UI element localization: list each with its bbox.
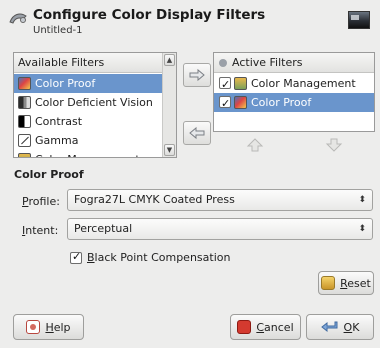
- help-button[interactable]: Help: [13, 314, 84, 340]
- black-point-compensation-label: Black Point Compensation: [87, 251, 230, 264]
- color-management-icon: [234, 77, 247, 90]
- cancel-label-mnemonic: C: [256, 320, 265, 334]
- available-filters-list[interactable]: Available Filters Color Proof Color Defic…: [13, 52, 177, 158]
- ok-button[interactable]: OK: [306, 314, 374, 340]
- intent-label: Intent:: [22, 224, 58, 237]
- intent-select[interactable]: Perceptual ⬍: [67, 218, 373, 240]
- available-filters-header: Available Filters: [14, 53, 176, 73]
- move-up-icon[interactable]: [246, 138, 264, 152]
- contrast-icon: [18, 115, 31, 128]
- available-filter-item[interactable]: Color Management: [14, 150, 162, 157]
- reset-button[interactable]: Reset: [318, 271, 374, 295]
- remove-filter-button[interactable]: [183, 121, 211, 145]
- available-filter-item[interactable]: Gamma: [14, 131, 162, 150]
- dialog-title: Configure Color Display Filters: [33, 7, 266, 23]
- dialog-subtitle: Untitled-1: [33, 25, 83, 36]
- bpc-label-mnemonic: B: [87, 251, 95, 264]
- filter-section-title: Color Proof: [14, 168, 84, 181]
- active-filter-label: Color Management: [251, 77, 356, 90]
- intent-value: Perceptual: [74, 222, 133, 235]
- color-management-icon: [18, 153, 31, 157]
- profile-label-rest: rofile:: [28, 195, 60, 208]
- profile-select[interactable]: Fogra27L CMYK Coated Press ⬍: [67, 189, 373, 211]
- combo-arrows-icon: ⬍: [358, 224, 366, 234]
- configure-color-display-filters-dialog: Configure Color Display Filters Untitled…: [0, 0, 380, 348]
- move-down-icon[interactable]: [325, 138, 343, 152]
- add-filter-button[interactable]: [183, 63, 211, 87]
- eye-icon: [219, 59, 227, 67]
- active-filter-label: Color Proof: [251, 96, 312, 109]
- cancel-label-rest: ancel: [264, 320, 294, 334]
- available-filter-item[interactable]: Color Proof: [14, 74, 162, 93]
- ok-label-rest: K: [352, 320, 360, 334]
- help-label-rest: elp: [53, 320, 71, 334]
- cancel-icon: [237, 320, 252, 334]
- ok-label-mnemonic: O: [343, 320, 353, 334]
- help-label: Help: [45, 321, 70, 334]
- active-filter-item[interactable]: Color Management: [214, 74, 374, 94]
- active-filters-header-label: Active Filters: [232, 56, 303, 69]
- arrow-right-icon: [189, 68, 205, 82]
- color-proof-icon: [234, 96, 247, 109]
- cancel-button[interactable]: Cancel: [230, 314, 301, 340]
- available-filter-item[interactable]: Color Deficient Vision: [14, 93, 162, 112]
- active-filters-list[interactable]: Active Filters Color Management Color Pro…: [213, 52, 375, 132]
- active-filters-header: Active Filters: [214, 53, 374, 73]
- black-point-compensation-checkbox[interactable]: [70, 250, 82, 264]
- image-thumbnail: [348, 11, 370, 29]
- scroll-down-icon[interactable]: ▼: [164, 144, 175, 156]
- available-filter-item[interactable]: Contrast: [14, 112, 162, 131]
- intent-label-rest: ntent:: [25, 224, 59, 237]
- profile-value: Fogra27L CMYK Coated Press: [74, 193, 235, 206]
- available-filter-label: Color Deficient Vision: [35, 96, 153, 109]
- available-filter-label: Color Management: [35, 150, 140, 157]
- color-deficient-vision-icon: [18, 96, 31, 109]
- color-proof-icon: [18, 77, 31, 90]
- active-filter-checkbox[interactable]: [219, 75, 231, 94]
- available-filters-scrollbar[interactable]: ▲ ▼: [162, 53, 176, 157]
- ok-icon: [320, 321, 338, 333]
- scroll-up-icon[interactable]: ▲: [164, 54, 175, 66]
- available-filter-label: Color Proof: [35, 77, 96, 90]
- cancel-label: Cancel: [256, 321, 293, 334]
- color-display-icon: [9, 13, 27, 24]
- gamma-icon: [18, 134, 31, 147]
- reset-label-rest: eset: [347, 276, 371, 290]
- help-label-mnemonic: H: [45, 320, 54, 334]
- help-icon: [26, 320, 41, 334]
- combo-arrows-icon: ⬍: [358, 195, 366, 205]
- arrow-left-icon: [189, 126, 205, 140]
- bpc-label-rest: lack Point Compensation: [94, 251, 231, 264]
- reset-label: Reset: [340, 277, 371, 290]
- active-filter-item[interactable]: Color Proof: [214, 93, 374, 113]
- available-filter-label: Gamma: [35, 134, 79, 147]
- ok-label: OK: [344, 321, 360, 334]
- profile-label: Profile:: [22, 195, 60, 208]
- active-filter-checkbox[interactable]: [219, 94, 231, 113]
- available-filter-label: Contrast: [35, 115, 83, 128]
- reset-icon: [321, 276, 336, 290]
